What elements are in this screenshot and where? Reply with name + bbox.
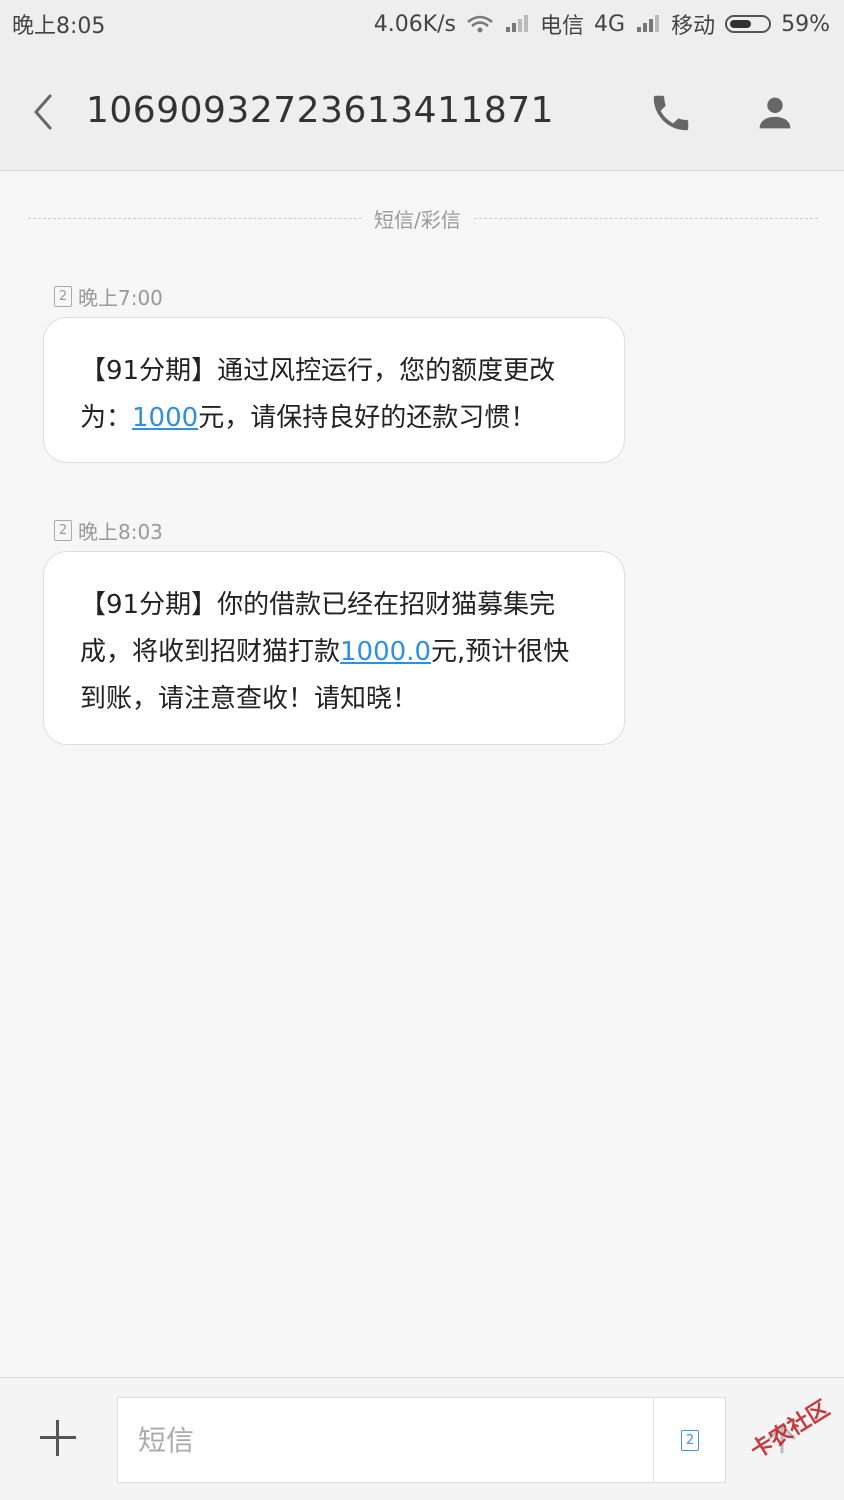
conversation-header: 10690932723613411871 bbox=[0, 46, 844, 171]
battery-percent: 59% bbox=[781, 11, 830, 37]
divider-label: 短信/彩信 bbox=[362, 204, 473, 233]
chevron-left-icon bbox=[34, 94, 52, 130]
message-meta: 2 晚上8:03 bbox=[54, 516, 163, 545]
contact-button[interactable] bbox=[752, 90, 798, 136]
network-type: 4G bbox=[594, 11, 626, 37]
composer-bar: 2 bbox=[0, 1377, 844, 1500]
message-bubble[interactable]: 【91分期】你的借款已经在招财猫募集完成，将收到招财猫打款1000.0元,预计很… bbox=[43, 551, 625, 745]
amount-link[interactable]: 1000.0 bbox=[340, 637, 431, 667]
message-text-end: 元，请保持良好的还款习惯！ bbox=[198, 403, 537, 433]
wifi-icon bbox=[466, 14, 494, 34]
status-time: 晚上8:05 bbox=[12, 14, 106, 39]
amount-link[interactable]: 1000 bbox=[132, 403, 198, 433]
status-right: 4.06K/s 电信 4G 移动 59% bbox=[374, 8, 830, 40]
signal-icon-1 bbox=[504, 14, 530, 34]
page-title: 10690932723613411871 bbox=[86, 90, 555, 131]
signal-icon-2 bbox=[635, 14, 661, 34]
attach-button[interactable] bbox=[36, 1416, 80, 1460]
carrier-1: 电信 bbox=[540, 14, 585, 39]
message-meta: 2 晚上7:00 bbox=[54, 282, 163, 311]
carrier-2: 移动 bbox=[671, 14, 716, 39]
sim-icon: 2 bbox=[54, 286, 72, 307]
person-icon bbox=[759, 97, 791, 129]
sim-icon: 2 bbox=[54, 520, 72, 541]
status-bar: 晚上8:05 4.06K/s 电信 4G 移动 59% bbox=[0, 0, 844, 46]
battery-icon bbox=[725, 15, 772, 33]
phone-icon bbox=[653, 95, 689, 131]
message-bubble[interactable]: 【91分期】通过风控运行，您的额度更改为：1000元，请保持良好的还款习惯！ bbox=[43, 317, 625, 463]
call-button[interactable] bbox=[648, 90, 694, 136]
message-input[interactable] bbox=[118, 1398, 652, 1482]
message-time: 晚上7:00 bbox=[78, 286, 163, 310]
message-time: 晚上8:03 bbox=[78, 520, 163, 544]
net-speed: 4.06K/s bbox=[373, 11, 457, 37]
sim-switch-button[interactable]: 2 bbox=[653, 1398, 726, 1482]
composer-box: 2 bbox=[117, 1397, 726, 1483]
sim-icon: 2 bbox=[681, 1430, 699, 1451]
back-button[interactable] bbox=[22, 84, 66, 140]
